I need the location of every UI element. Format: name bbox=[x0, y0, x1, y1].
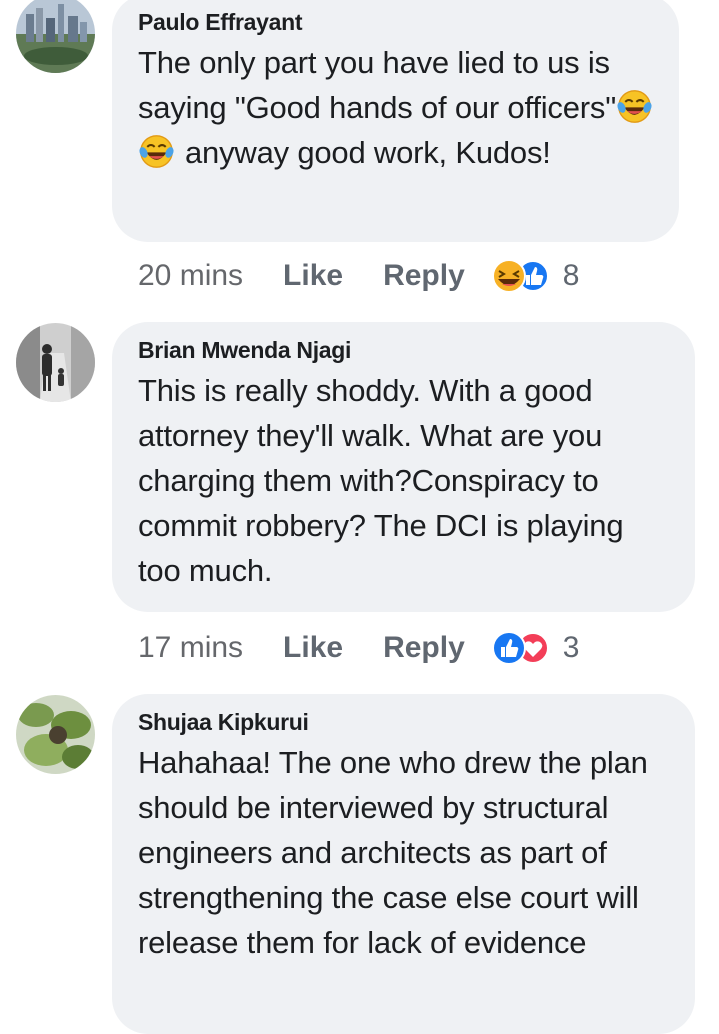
laughing-tears-emoji-icon bbox=[617, 90, 652, 123]
comment-text: This is really shoddy. With a good attor… bbox=[138, 373, 624, 588]
comment-timestamp[interactable]: 20 mins bbox=[138, 259, 243, 293]
avatar-shujaa[interactable] bbox=[16, 695, 95, 774]
comment-bubble: Shujaa Kipkurui Hahahaa! The one who dre… bbox=[112, 694, 695, 1034]
comment-text: Hahahaa! The one who drew the plan shoul… bbox=[138, 745, 648, 960]
comment-text-part-2: anyway good work, Kudos! bbox=[185, 135, 551, 170]
comment-actions: 20 mins Like Reply 8 bbox=[138, 256, 579, 296]
reaction-count: 3 bbox=[562, 631, 580, 664]
like-button[interactable]: Like bbox=[283, 259, 343, 293]
like-reaction-icon bbox=[491, 631, 526, 665]
laughing-tears-emoji-icon bbox=[139, 135, 174, 168]
avatar-paulo[interactable] bbox=[16, 0, 95, 73]
comment-author[interactable]: Brian Mwenda Njagi bbox=[138, 336, 671, 364]
comment-text: The only part you have lied to us is say… bbox=[138, 40, 655, 175]
comment-timestamp[interactable]: 17 mins bbox=[138, 631, 243, 665]
comment-actions: 17 mins Like Reply 3 bbox=[138, 628, 579, 668]
reaction-count: 8 bbox=[562, 259, 580, 292]
reply-button[interactable]: Reply bbox=[383, 259, 465, 293]
reply-button[interactable]: Reply bbox=[383, 631, 465, 665]
comment-text-part-1: The only part you have lied to us is say… bbox=[138, 45, 616, 125]
reactions-summary[interactable]: 8 bbox=[489, 258, 580, 294]
reactions-summary[interactable]: 3 bbox=[489, 630, 580, 666]
comment-bubble: Paulo Effrayant The only part you have l… bbox=[112, 0, 679, 242]
comment-bubble: Brian Mwenda Njagi This is really shoddy… bbox=[112, 322, 695, 612]
comment-author[interactable]: Paulo Effrayant bbox=[138, 8, 655, 36]
haha-reaction-icon bbox=[491, 259, 526, 293]
like-button[interactable]: Like bbox=[283, 631, 343, 665]
comment-author[interactable]: Shujaa Kipkurui bbox=[138, 708, 671, 736]
avatar-brian[interactable] bbox=[16, 323, 95, 402]
